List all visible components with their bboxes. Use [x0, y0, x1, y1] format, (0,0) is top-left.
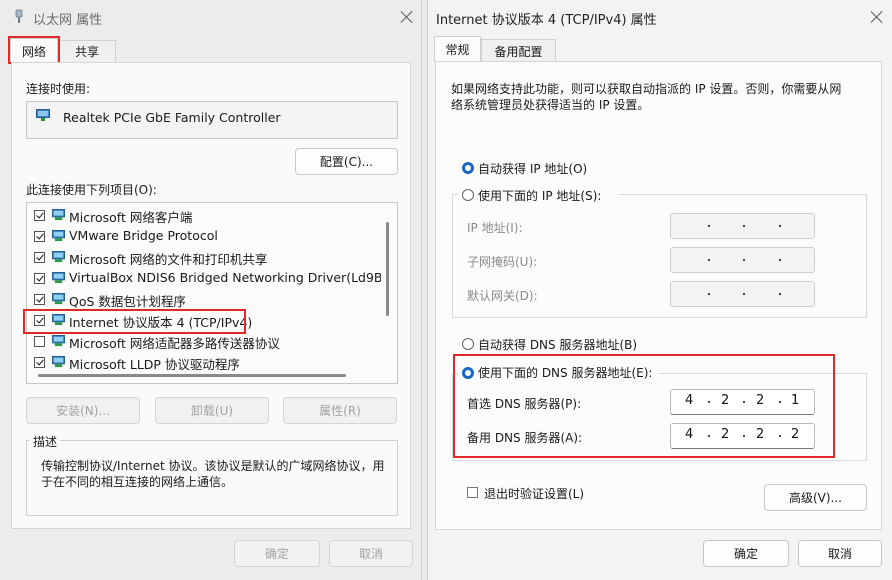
auto-dns-radio[interactable]	[462, 338, 474, 350]
install-button[interactable]: 安装(N)...	[26, 397, 140, 424]
list-item-label: Microsoft LLDP 协议驱动程序	[69, 357, 240, 372]
description-text-line1: 传输控制协议/Internet 协议。该协议是默认的广域网络协议，用	[41, 459, 385, 473]
vertical-scrollbar[interactable]	[386, 222, 389, 316]
tab-general-label: 常规	[445, 43, 470, 57]
network-driver-icon	[52, 272, 65, 284]
network-protocol-icon	[52, 230, 65, 242]
network-client-icon	[52, 209, 65, 221]
highlight-box	[8, 36, 60, 64]
subnet-mask-label: 子网掩码(U):	[467, 255, 538, 269]
ipv4-properties-window: Internet 协议版本 4 (TCP/IPv4) 属性 常规 备用配置 如果…	[427, 0, 892, 580]
list-item-label: Microsoft 网络客户端	[69, 210, 193, 225]
network-protocol-icon	[52, 356, 65, 368]
validate-on-exit-checkbox[interactable]	[467, 487, 478, 498]
list-item-label: QoS 数据包计划程序	[69, 294, 186, 309]
list-item-checkbox[interactable]	[34, 210, 45, 221]
configure-button[interactable]: 配置(C)...	[295, 148, 398, 175]
file-printer-sharing-icon	[52, 251, 65, 263]
ethernet-properties-window: 以太网 属性 网络 共享 连接时使用: Realtek PCIe GbE Fam…	[0, 0, 422, 580]
tab-alternate-config[interactable]: 备用配置	[481, 39, 556, 62]
auto-ip-label[interactable]: 自动获得 IP 地址(O)	[478, 160, 587, 177]
uninstall-button[interactable]: 卸载(U)	[155, 397, 269, 424]
horizontal-scrollbar[interactable]	[38, 374, 346, 377]
connect-using-label: 连接时使用:	[26, 82, 91, 96]
advanced-button[interactable]: 高级(V)...	[764, 484, 867, 511]
manual-ip-radio[interactable]	[462, 189, 474, 201]
cancel-button[interactable]: 取消	[329, 540, 413, 567]
intro-text-line1: 如果网络支持此功能，则可以获取自动指派的 IP 设置。否则，你需要从网	[451, 82, 842, 96]
network-card-icon	[36, 109, 50, 121]
subnet-mask-field[interactable]	[670, 247, 815, 273]
network-protocol-icon	[52, 335, 65, 347]
network-adapter-icon	[15, 9, 23, 23]
list-item-checkbox[interactable]	[34, 357, 45, 368]
description-label: 描述	[30, 433, 61, 450]
default-gateway-field[interactable]	[670, 281, 815, 307]
items-label: 此连接使用下列项目(O):	[26, 183, 157, 197]
list-item-checkbox[interactable]	[34, 294, 45, 305]
list-item-checkbox[interactable]	[34, 231, 45, 242]
list-item-label: Microsoft 网络适配器多路传送器协议	[69, 336, 280, 351]
default-gateway-label: 默认网关(D):	[467, 289, 538, 303]
list-item-label: VMware Bridge Protocol	[69, 228, 218, 243]
window-title: Internet 协议版本 4 (TCP/IPv4) 属性	[436, 13, 657, 28]
validate-on-exit-label[interactable]: 退出时验证设置(L)	[484, 485, 584, 502]
list-item-label: Microsoft 网络的文件和打印机共享	[69, 252, 268, 267]
ok-button[interactable]: 确定	[703, 540, 789, 567]
properties-button[interactable]: 属性(R)	[283, 397, 397, 424]
tab-general[interactable]: 常规	[434, 36, 481, 62]
list-item-checkbox[interactable]	[34, 273, 45, 284]
ip-address-label: IP 地址(I):	[467, 221, 523, 235]
tab-alternate-config-label: 备用配置	[494, 44, 543, 59]
tab-sharing-label: 共享	[74, 45, 99, 59]
list-item-label: VirtualBox NDIS6 Bridged Networking Driv…	[69, 270, 381, 285]
auto-dns-label[interactable]: 自动获得 DNS 服务器地址(B)	[478, 336, 637, 353]
cancel-button[interactable]: 取消	[798, 540, 882, 567]
auto-ip-radio[interactable]	[462, 162, 474, 174]
list-item-checkbox[interactable]	[34, 336, 45, 347]
description-text-line2: 于在不同的相互连接的网络上通信。	[41, 475, 234, 489]
adapter-name: Realtek PCIe GbE Family Controller	[63, 110, 281, 125]
close-icon[interactable]	[869, 9, 885, 25]
network-service-icon	[52, 293, 65, 305]
ip-address-field[interactable]	[670, 213, 815, 239]
ok-button[interactable]: 确定	[234, 540, 320, 567]
intro-text-line2: 络系统管理员处获得适当的 IP 设置。	[451, 98, 650, 112]
tab-sharing[interactable]: 共享	[58, 40, 116, 62]
window-title: 以太网 属性	[33, 13, 103, 28]
highlight-box	[453, 354, 835, 458]
list-item-checkbox[interactable]	[34, 252, 45, 263]
close-icon[interactable]	[399, 9, 415, 25]
manual-ip-label[interactable]: 使用下面的 IP 地址(S):	[478, 187, 601, 204]
highlight-box	[23, 309, 246, 334]
